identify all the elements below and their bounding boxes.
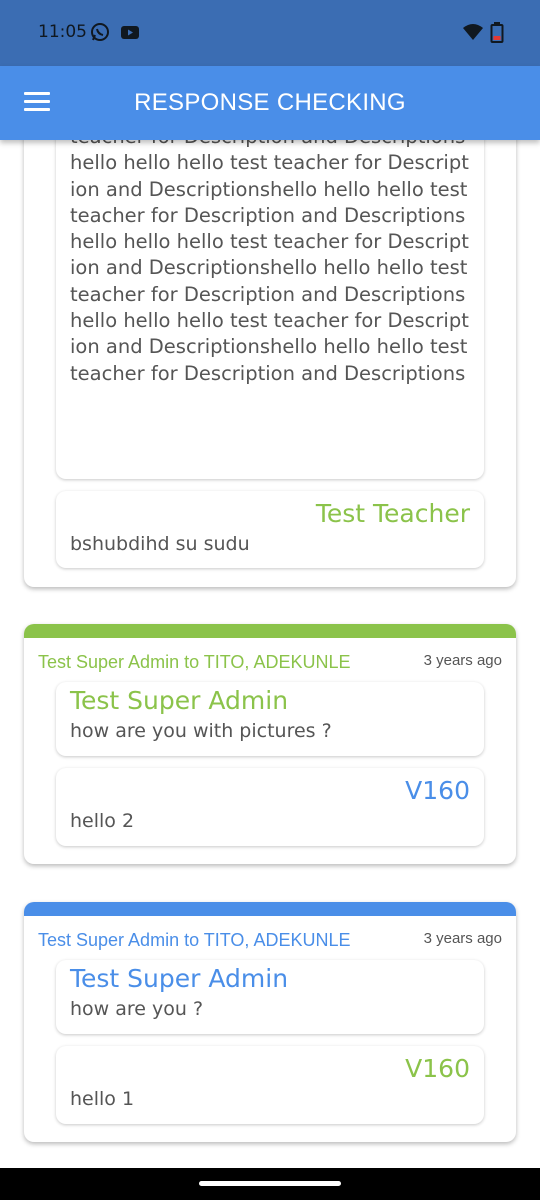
conversation-header: Test Super Admin to TITO, ADEKUNLE xyxy=(38,652,351,672)
question-bubble: Test Super Admin how are you with pictur… xyxy=(56,682,484,756)
time-ago: 3 years ago xyxy=(423,652,502,669)
reply-bubble: Test Teacher bshubdihd su sudu xyxy=(56,491,484,568)
status-time: 11:05 xyxy=(38,22,87,42)
whatsapp-icon xyxy=(90,22,110,47)
question-text: how are you ? xyxy=(70,998,204,1020)
question-bubble: Test Super Admin how are you ? xyxy=(56,960,484,1034)
reply-bubble: V160 hello 1 xyxy=(56,1046,484,1124)
page-title: RESPONSE CHECKING xyxy=(134,89,406,116)
battery-icon xyxy=(490,22,504,49)
card-header: Test Super Admin to TITO, ADEKUNLE 3 yea… xyxy=(24,638,516,678)
system-nav-bar xyxy=(0,1168,540,1200)
question-name: Test Super Admin xyxy=(70,686,289,715)
question-text: how are you with pictures ? xyxy=(70,720,332,742)
question-text: teacher for Description and Descriptions… xyxy=(70,140,469,385)
home-gesture-handle[interactable] xyxy=(199,1181,341,1186)
time-ago: 3 years ago xyxy=(423,930,502,947)
reply-bubble: V160 hello 2 xyxy=(56,768,484,846)
reply-text: hello 1 xyxy=(70,1088,135,1110)
reply-text: hello 2 xyxy=(70,810,135,832)
response-card: teacher for Description and Descriptions… xyxy=(24,140,516,587)
card-header: Test Super Admin to TITO, ADEKUNLE 3 yea… xyxy=(24,916,516,956)
reply-name: V160 xyxy=(405,1054,470,1083)
reply-name: V160 xyxy=(405,776,470,805)
card-accent-bar xyxy=(24,902,516,916)
response-card[interactable]: Test Super Admin to TITO, ADEKUNLE 3 yea… xyxy=(24,624,516,864)
response-card[interactable]: Test Super Admin to TITO, ADEKUNLE 3 yea… xyxy=(24,902,516,1142)
reply-text: bshubdihd su sudu xyxy=(70,533,250,555)
question-name: Test Super Admin xyxy=(70,964,289,993)
youtube-icon xyxy=(120,22,140,47)
app-bar: RESPONSE CHECKING xyxy=(0,66,540,140)
wifi-icon xyxy=(462,22,484,47)
question-bubble: teacher for Description and Descriptions… xyxy=(56,140,484,479)
reply-name: Test Teacher xyxy=(315,499,470,528)
card-accent-bar xyxy=(24,624,516,638)
status-bar: 11:05 xyxy=(0,0,540,66)
response-list[interactable]: teacher for Description and Descriptions… xyxy=(0,140,540,1168)
conversation-header: Test Super Admin to TITO, ADEKUNLE xyxy=(38,930,351,950)
